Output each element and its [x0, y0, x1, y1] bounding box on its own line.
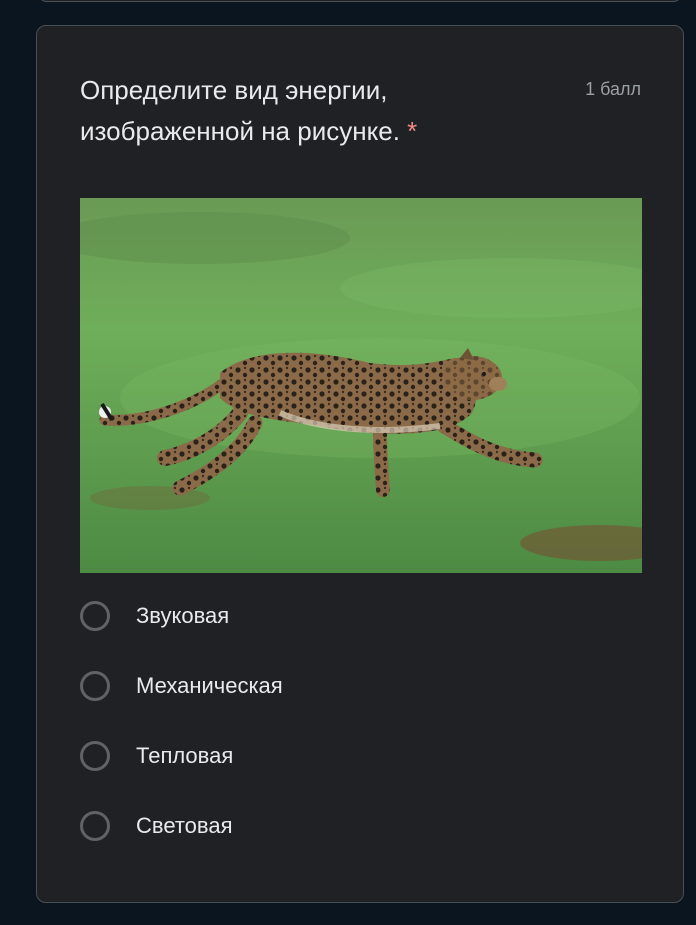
option-label: Тепловая: [136, 743, 234, 768]
option-zvukovaya[interactable]: Звуковая: [80, 596, 640, 636]
question-image: [80, 198, 642, 573]
option-svetovaya[interactable]: Световая: [80, 806, 640, 846]
points-label: 1 балл: [585, 79, 641, 99]
required-marker: *: [407, 116, 418, 146]
option-mekhanicheskaya[interactable]: Механическая: [80, 666, 640, 706]
question-card: Определите вид энергии, изображенной на …: [36, 25, 684, 903]
option-label: Звуковая: [136, 603, 230, 628]
question-text: Определите вид энергии, изображенной на …: [80, 75, 400, 146]
leopard-running-image: [80, 198, 642, 573]
radio-button[interactable]: [80, 741, 110, 771]
radio-button[interactable]: [80, 671, 110, 701]
previous-question-card: [37, 0, 683, 2]
option-label: Световая: [136, 813, 233, 838]
question-title: Определите вид энергии, изображенной на …: [80, 70, 500, 152]
option-label: Механическая: [136, 673, 283, 698]
radio-button[interactable]: [80, 601, 110, 631]
option-teplovaya[interactable]: Тепловая: [80, 736, 640, 776]
radio-button[interactable]: [80, 811, 110, 841]
